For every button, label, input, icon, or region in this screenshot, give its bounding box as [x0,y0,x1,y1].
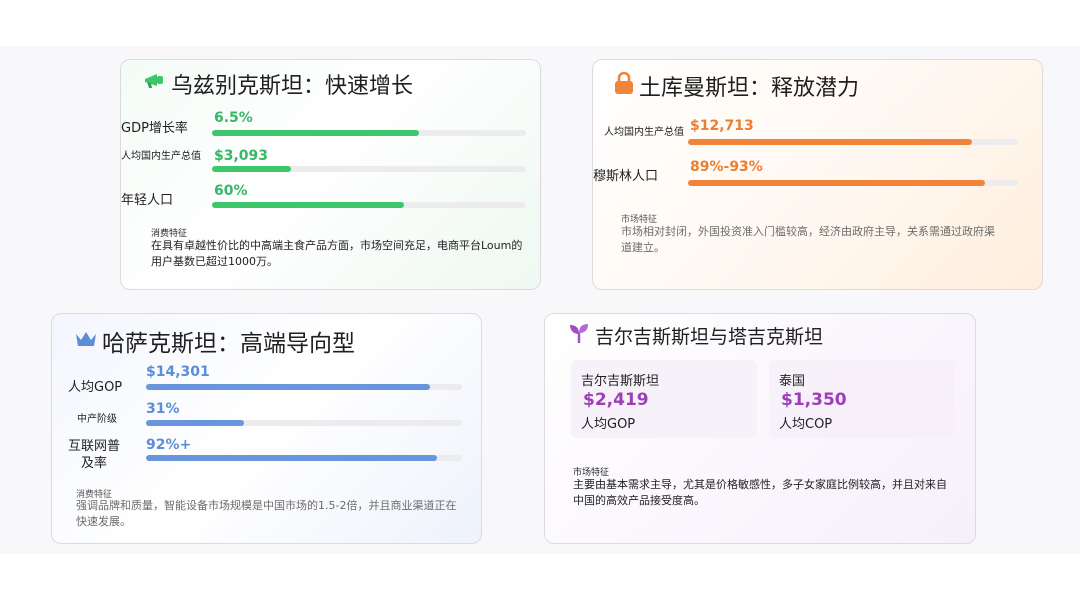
metric-label-internet-penetration: 互联网普及率 [67,439,120,471]
metric-bar-fill [212,202,404,208]
metric-bar-gdp-per-capita [688,139,1018,145]
kazakhstan-card: 哈萨克斯坦：高端导向型 人均GOP $14,301 中产阶级 31% 互联网普及… [51,313,482,544]
feature-text: 主要由基本需求主导，尤其是价格敏感性，多子女家庭比例较高，并且对来自中国的高效产… [573,478,947,507]
stat-box-value: $2,419 [583,390,649,410]
metric-label-gdp-per-capita: 人均国内生产总值 [121,151,201,162]
turkmenistan-card: 土库曼斯坦：释放潜力 人均国内生产总值 $12,713 穆斯林人口 89%-93… [592,59,1043,290]
kazakhstan-title: 哈萨克斯坦：高端导向型 [74,324,355,358]
kyrgyz-tajik-card: 吉尔吉斯斯坦与塔吉克斯坦 吉尔吉斯斯坦 $2,419 人均GOP 泰国 $1,3… [544,313,976,544]
stat-box-value: $1,350 [781,390,847,410]
feature-text: 强调品牌和质量，智能设备市场规模是中国市场的1.5-2倍，并且商业渠道正在快速发… [76,499,457,528]
metric-label-young-population: 年轻人口 [121,193,174,208]
metric-label-middle-class: 中产阶级 [77,414,117,425]
metric-bar-muslim-population [688,180,1018,186]
metric-bar-fill [146,455,437,461]
kyrgyz-tajik-title: 吉尔吉斯斯坦与塔吉克斯坦 [567,322,823,349]
metric-value-gdp-per-capita: $3,093 [214,148,269,164]
metric-value-gdp-per-capita: $12,713 [690,118,754,134]
metric-bar-gdp-per-capita [212,166,526,172]
uzbekistan-card: 乌兹别克斯坦：快速增长 GDP增长率 6.5% 人均国内生产总值 $3,093 … [120,59,541,290]
stat-box-name: 泰国 [779,374,806,389]
metric-bar-fill [146,420,244,426]
feature-text: 在具有卓越性价比的中高端主食产品方面，市场空间充足，电商平台Loum的用户基数已… [151,239,523,268]
metric-label-muslim-population: 穆斯林人口 [593,169,659,184]
metric-value-gdp-per-capita: $14,301 [146,364,210,380]
metric-label-gdp-per-capita: 人均国内生产总值 [604,127,684,138]
stat-box-caption: 人均COP [779,417,833,432]
metric-value-middle-class: 31% [146,401,180,417]
metric-bar-fill [688,180,985,186]
metric-label-gdp-per-capita: 人均GOP [68,380,123,395]
lock-icon [613,71,635,101]
metric-bar-middle-class [146,420,462,426]
stat-box-thailand: 泰国 $1,350 人均COP [769,360,955,438]
metric-label-gdp-growth: GDP增长率 [121,121,188,136]
feature-text: 市场相对封闭，外国投资准入门槛较高，经济由政府主导，关系需通过政府渠道建立。 [621,225,995,254]
metric-value-muslim-population: 89%-93% [690,159,763,175]
crown-icon [74,328,98,354]
stat-box-kyrgyzstan: 吉尔吉斯斯坦 $2,419 人均GOP [571,360,757,438]
metric-bar-gdp-growth [212,130,526,136]
uzbekistan-title: 乌兹别克斯坦：快速增长 [143,68,413,100]
metric-bar-internet-penetration [146,455,462,461]
sprout-icon [567,322,591,349]
metric-value-gdp-growth: 6.5% [214,110,253,126]
metric-bar-fill [146,384,431,390]
metric-bar-gdp-per-capita [146,384,462,390]
metric-value-internet-penetration: 92%+ [146,437,192,453]
metric-bar-fill [212,166,291,172]
stat-box-name: 吉尔吉斯斯坦 [581,374,660,389]
stat-box-caption: 人均GOP [581,417,636,432]
metric-value-young-population: 60% [214,183,248,199]
metric-bar-young-population [212,202,526,208]
turkmenistan-title: 土库曼斯坦：释放潜力 [613,70,859,102]
metric-bar-fill [212,130,420,136]
metric-bar-fill [688,139,972,145]
megaphone-icon [143,71,167,97]
